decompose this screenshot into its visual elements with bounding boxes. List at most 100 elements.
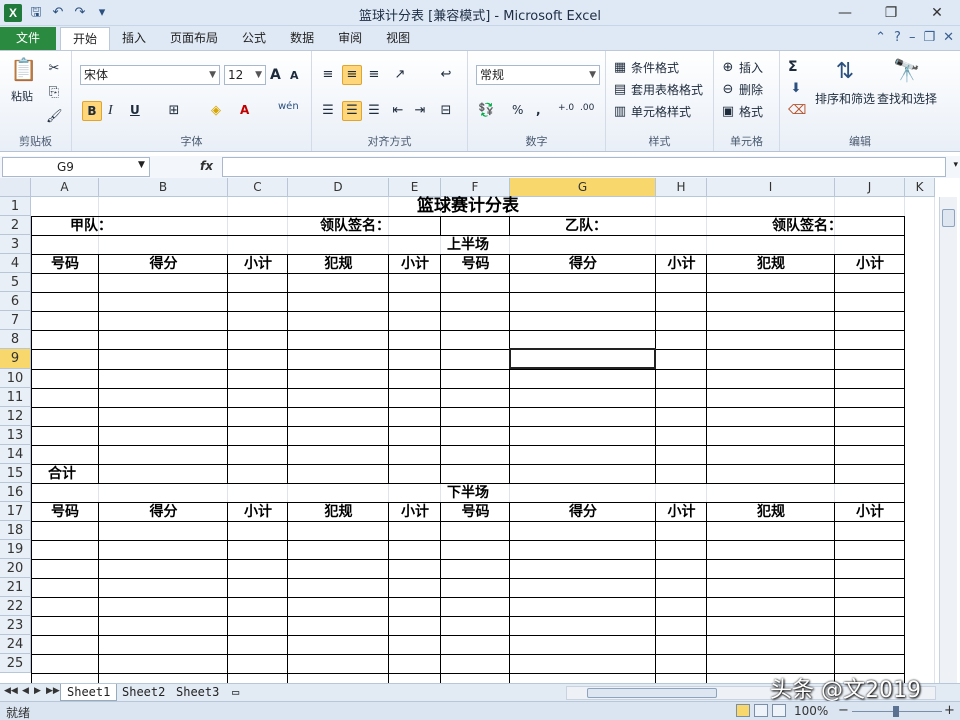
restore-button[interactable]: ❐	[868, 0, 914, 26]
row-header-2[interactable]: 2	[0, 216, 31, 236]
header-cell-score[interactable]: 得分	[510, 503, 656, 521]
format-as-table-button[interactable]: ▤ 套用表格格式	[612, 81, 703, 98]
help-icon[interactable]: ?	[894, 30, 901, 45]
tab-page-layout[interactable]: 页面布局	[158, 27, 230, 50]
header-cell-number[interactable]: 号码	[441, 503, 510, 521]
row-header-6[interactable]: 6	[0, 292, 31, 312]
copy-icon[interactable]: ⎘	[46, 85, 62, 101]
page-layout-view-icon[interactable]	[754, 704, 768, 717]
align-right-icon[interactable]: ☰	[366, 103, 382, 119]
new-sheet-icon[interactable]: ▭	[226, 684, 245, 701]
row-header-17[interactable]: 17	[0, 501, 31, 521]
normal-view-icon[interactable]	[736, 704, 750, 717]
insert-cells-button[interactable]: ⊕ 插入	[720, 59, 763, 76]
sheet-tab-1[interactable]: Sheet1	[60, 684, 118, 701]
italic-button[interactable]: I	[108, 103, 113, 119]
row-header-18[interactable]: 18	[0, 521, 31, 541]
cut-icon[interactable]: ✂	[46, 61, 62, 77]
row-header-4[interactable]: 4	[0, 254, 31, 274]
autosum-button[interactable]: Σ	[788, 59, 798, 75]
worksheet-grid[interactable]: ABCDEFGHIJK 1 2 3 4 5 6 7 8 9 10 11 12 13 14 15 16 17 18 1…	[0, 178, 960, 683]
file-tab[interactable]: 文件	[0, 27, 56, 50]
header-cell-subtotal[interactable]: 小计	[389, 503, 441, 521]
row-header-19[interactable]: 19	[0, 540, 31, 560]
total-label[interactable]: 合计	[48, 465, 76, 483]
row-header-13[interactable]: 13	[0, 425, 31, 445]
sheet-tab-2[interactable]: Sheet2	[116, 684, 171, 701]
second-half-label[interactable]: 下半场	[31, 484, 905, 502]
zoom-level[interactable]: 100%	[794, 704, 828, 718]
row-header-7[interactable]: 7	[0, 311, 31, 331]
row-header-8[interactable]: 8	[0, 330, 31, 350]
zoom-in-icon[interactable]: +	[944, 703, 955, 718]
column-header-c[interactable]: C	[228, 178, 288, 197]
font-name-dropdown[interactable]: 宋体 ▼	[80, 65, 220, 85]
row-header-14[interactable]: 14	[0, 444, 31, 464]
header-cell-subtotal[interactable]: 小计	[835, 255, 905, 273]
title-cell[interactable]: 篮球赛计分表	[31, 197, 905, 215]
row-header-24[interactable]: 24	[0, 635, 31, 655]
column-header-k[interactable]: K	[905, 178, 935, 197]
header-cell-subtotal[interactable]: 小计	[656, 255, 707, 273]
font-color-icon[interactable]: A	[240, 103, 249, 117]
accounting-format-icon[interactable]: 💱	[478, 103, 494, 119]
header-cell-subtotal[interactable]: 小计	[228, 255, 288, 273]
merge-center-icon[interactable]: ⊟	[438, 103, 454, 119]
phonetic-icon[interactable]: wén	[278, 101, 299, 112]
row-header-25[interactable]: 25	[0, 654, 31, 674]
find-select-button[interactable]: 🔭 查找和选择	[876, 57, 938, 107]
workbook-restore-icon[interactable]: ❐	[923, 30, 935, 45]
align-bottom-icon[interactable]: ≡	[366, 67, 382, 83]
column-header-b[interactable]: B	[99, 178, 228, 197]
vertical-scrollbar[interactable]	[939, 197, 957, 683]
column-header-i[interactable]: I	[707, 178, 835, 197]
tab-data[interactable]: 数据	[278, 27, 326, 50]
fill-color-icon[interactable]: ◈	[208, 103, 224, 119]
minimize-button[interactable]: —	[822, 0, 868, 26]
first-half-label[interactable]: 上半场	[31, 236, 905, 254]
row-header-5[interactable]: 5	[0, 273, 31, 293]
underline-button[interactable]: U	[130, 103, 140, 117]
header-cell-score[interactable]: 得分	[99, 255, 228, 273]
zoom-slider-thumb[interactable]	[893, 706, 899, 717]
bold-button[interactable]: B	[82, 101, 102, 121]
tab-view[interactable]: 视图	[374, 27, 422, 50]
selected-cell-g9[interactable]	[509, 348, 656, 369]
row-header-16[interactable]: 16	[0, 482, 31, 502]
row-header-12[interactable]: 12	[0, 406, 31, 426]
increase-decimal-icon[interactable]: +.0	[558, 103, 574, 113]
increase-indent-icon[interactable]: ⇥	[412, 103, 428, 119]
select-all-corner[interactable]	[0, 178, 31, 197]
header-cell-subtotal[interactable]: 小计	[228, 503, 288, 521]
captain-a-label[interactable]: 领队签名：	[320, 217, 390, 235]
header-cell-subtotal[interactable]: 小计	[835, 503, 905, 521]
header-cell-number[interactable]: 号码	[441, 255, 510, 273]
last-sheet-icon[interactable]: ▶▶	[46, 686, 60, 696]
tab-insert[interactable]: 插入	[110, 27, 158, 50]
row-header-20[interactable]: 20	[0, 559, 31, 579]
name-box[interactable]: G9	[2, 157, 150, 177]
header-cell-subtotal[interactable]: 小计	[389, 255, 441, 273]
sheet-tab-3[interactable]: Sheet3	[170, 684, 225, 701]
team-a-label[interactable]: 甲队：	[70, 217, 112, 235]
header-cell-foul[interactable]: 犯规	[707, 255, 835, 273]
vertical-scroll-thumb[interactable]	[942, 209, 955, 227]
row-header-1[interactable]: 1	[0, 197, 31, 217]
row-header-10[interactable]: 10	[0, 368, 31, 388]
workbook-close-icon[interactable]: ✕	[943, 30, 954, 45]
minimize-ribbon-icon[interactable]: ⌃	[875, 30, 886, 45]
tab-home[interactable]: 开始	[60, 27, 111, 50]
column-header-h[interactable]: H	[656, 178, 707, 197]
delete-cells-button[interactable]: ⊖ 删除	[720, 81, 763, 98]
insert-function-icon[interactable]: fx	[200, 159, 213, 173]
header-cell-foul[interactable]: 犯规	[288, 503, 389, 521]
column-header-f[interactable]: F	[441, 178, 510, 197]
clear-icon[interactable]: ⌫	[788, 103, 806, 119]
column-header-j[interactable]: J	[835, 178, 905, 197]
header-cell-subtotal[interactable]: 小计	[656, 503, 707, 521]
row-header-15[interactable]: 15	[0, 463, 31, 483]
conditional-format-button[interactable]: ▦ 条件格式	[612, 59, 679, 76]
zoom-out-icon[interactable]: −	[838, 703, 849, 718]
header-cell-number[interactable]: 号码	[31, 255, 99, 273]
align-center-icon[interactable]: ☰	[342, 101, 362, 121]
